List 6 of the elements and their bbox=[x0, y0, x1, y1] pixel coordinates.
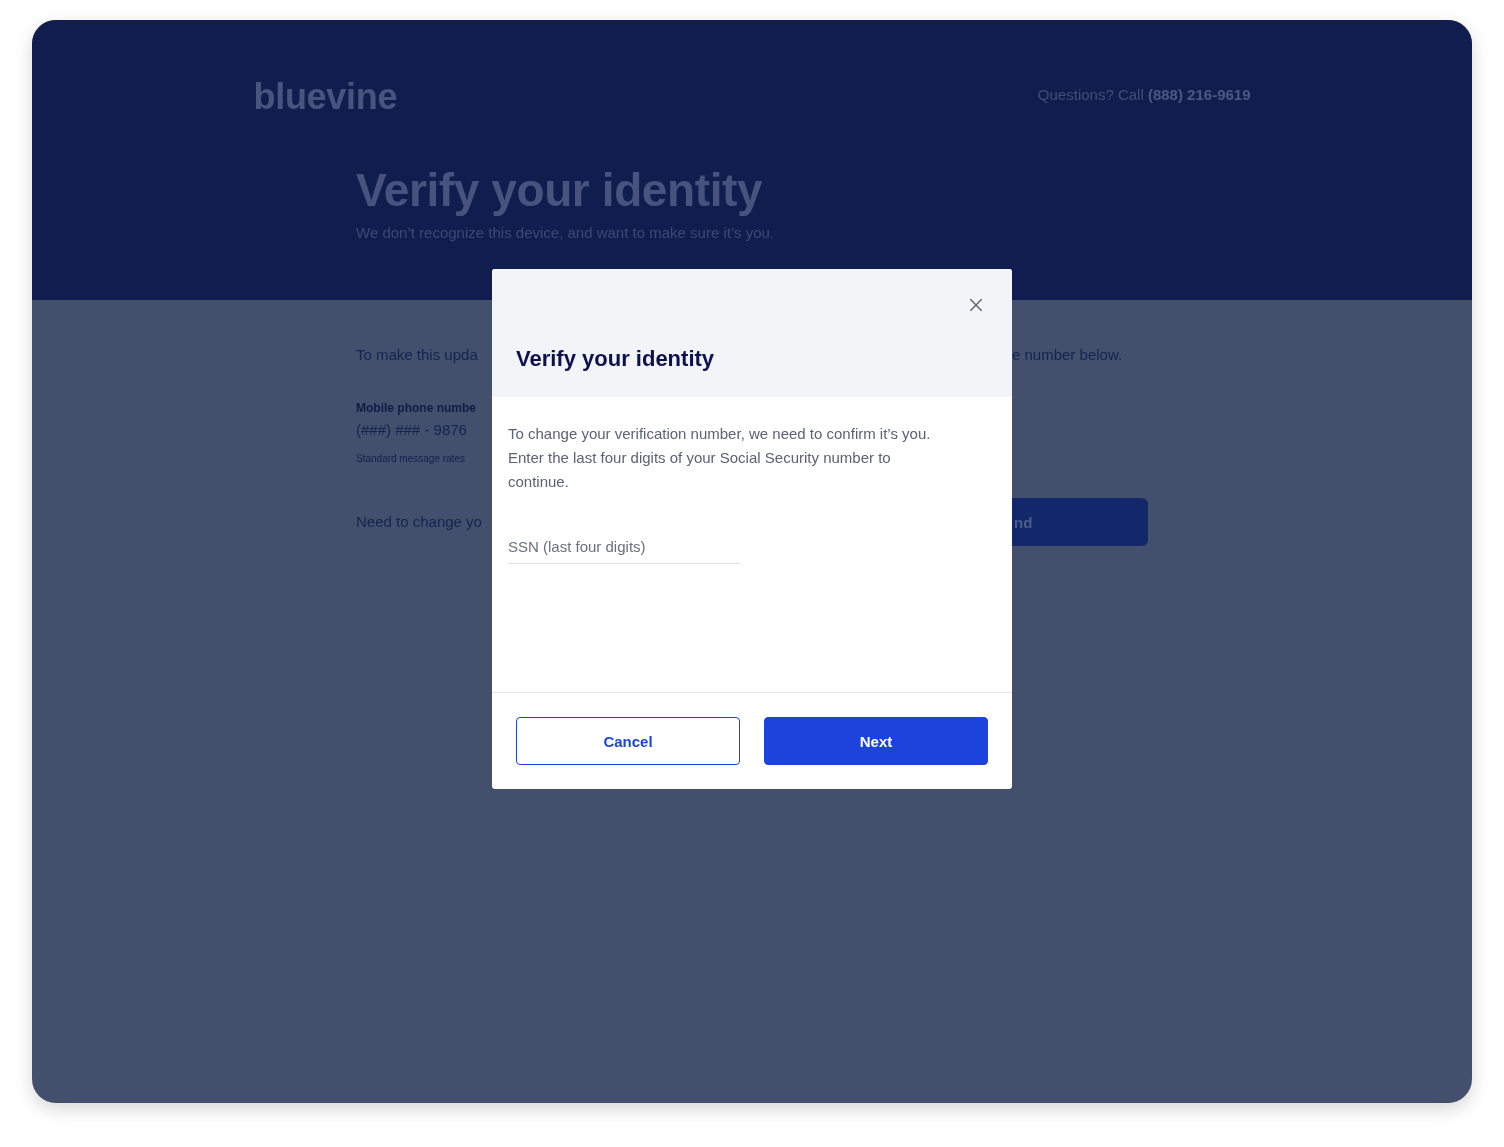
ssn-field[interactable]: SSN (last four digits) bbox=[508, 530, 741, 564]
dialog-title: Verify your identity bbox=[516, 345, 715, 373]
close-icon[interactable] bbox=[970, 299, 982, 311]
dialog-message: To change your verification number, we need to confirm it’s you. Enter the last four digits of your Social Security number to continue. bbox=[508, 424, 932, 492]
cancel-button[interactable]: Cancel bbox=[516, 717, 740, 765]
next-button[interactable]: Next bbox=[764, 717, 988, 765]
